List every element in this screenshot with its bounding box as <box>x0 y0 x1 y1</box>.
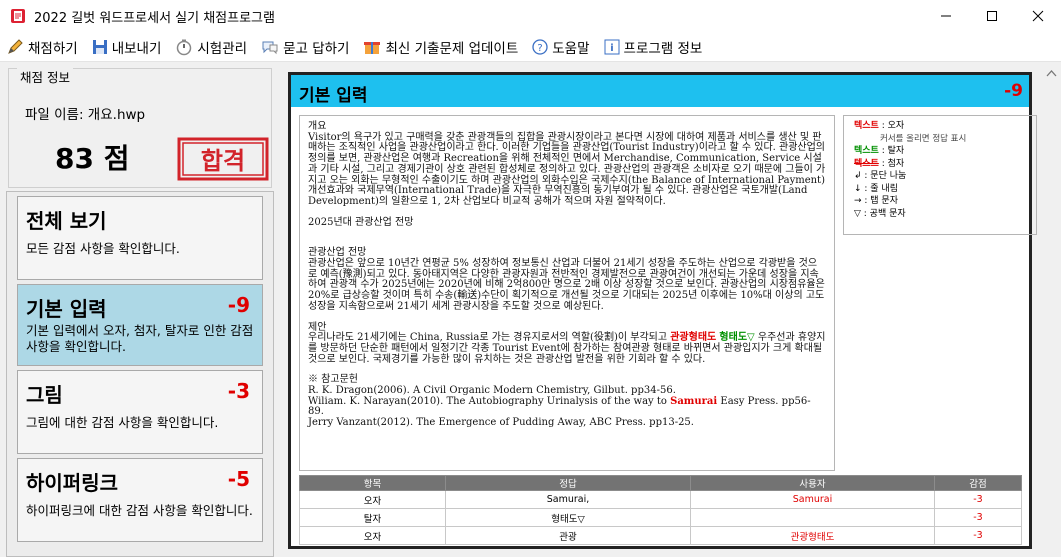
document-preview: 개요 Visitor의 욕구가 있고 구매력을 갖춘 관광객들의 집합을 관광시… <box>299 115 835 471</box>
category-penalty: -3 <box>227 379 250 403</box>
col-user: 사용자 <box>690 475 935 491</box>
save-icon <box>92 39 107 54</box>
menu-qna[interactable]: 묻고 답하기 <box>261 37 349 57</box>
legend-paragraph: ↲ : 문단 나눔 <box>854 171 907 181</box>
doc-paragraph-3: 우리나라도 21세기에는 China, Russia로 가는 경유지로서의 역할… <box>308 332 826 365</box>
total-score: 83 점 <box>55 142 130 175</box>
scroll-up-icon[interactable] <box>1042 66 1061 82</box>
title-bar: 2022 길벗 워드프로세서 실기 채점프로그램 <box>0 0 1061 32</box>
detail-area: 기본 입력 -9 개요 Visitor의 욕구가 있고 구매력을 갖춘 관광객들… <box>278 62 1061 557</box>
info-icon: i <box>604 39 620 54</box>
maximize-button[interactable] <box>969 0 1015 32</box>
doc-paragraph-1: Visitor의 욕구가 있고 구매력을 갖춘 관광객들의 집합을 관광시장이라… <box>308 131 826 207</box>
legend-tab: → : 탭 문자 <box>854 196 898 206</box>
col-penalty: 감점 <box>934 475 1022 491</box>
category-list: 전체 보기 모든 감점 사항을 확인합니다. 기본 입력 -9 기본 입력에서 … <box>6 191 274 557</box>
menu-export[interactable]: 내보내기 <box>92 37 161 57</box>
category-title: 하이퍼링크 <box>26 471 118 495</box>
omission-mark[interactable]: 형태도▽ <box>719 332 754 343</box>
score-info-legend: 채점 정보 <box>17 67 73 86</box>
menu-grading[interactable]: 채점하기 <box>6 37 78 57</box>
typo-mark[interactable]: Samurai <box>670 396 717 407</box>
menu-exam-manage[interactable]: 시험관리 <box>175 37 247 57</box>
category-description: 그림에 대한 감점 사항을 확인합니다. <box>26 415 219 430</box>
minimize-button[interactable] <box>923 0 969 32</box>
gift-icon <box>364 41 381 54</box>
chat-icon <box>262 41 278 54</box>
category-title: 그림 <box>26 383 63 407</box>
category-penalty: -9 <box>227 293 250 317</box>
category-hyperlink[interactable]: 하이퍼링크 -5 하이퍼링크에 대한 감점 사항을 확인합니다. <box>17 458 263 542</box>
svg-text:i: i <box>610 43 613 54</box>
detail-content: 기본 입력 -9 개요 Visitor의 욕구가 있고 구매력을 갖춘 관광객들… <box>291 75 1037 546</box>
vertical-scrollbar[interactable] <box>1042 66 1061 557</box>
window-title: 2022 길벗 워드프로세서 실기 채점프로그램 <box>34 10 275 26</box>
pencil-icon <box>8 38 23 54</box>
table-row[interactable]: 오자 Samurai, Samurai -3 <box>299 490 1022 509</box>
pass-stamp: 합격 <box>177 137 269 181</box>
category-description: 하이퍼링크에 대한 감점 사항을 확인합니다. <box>26 503 253 518</box>
mark-legend: 텍스트 : 오자 커서를 올리면 정답 표시 텍스트 : 탈자 텍스트 : 첨자… <box>843 115 1037 235</box>
col-answer: 정답 <box>445 475 691 491</box>
typo-mark[interactable]: 관광형태도 <box>670 332 716 343</box>
legend-space: ▽ : 공백 문자 <box>854 208 906 219</box>
table-header-row: 항목 정답 사용자 감점 <box>299 475 1022 491</box>
left-panel: 채점 정보 파일 이름: 개요.hwp 83 점 합격 전체 보기 모든 감점 … <box>0 62 278 557</box>
category-basic-input[interactable]: 기본 입력 -9 기본 입력에서 오자, 첨자, 탈자로 인한 감점 사항을 확… <box>17 284 263 366</box>
section-header: 기본 입력 -9 <box>291 75 1029 107</box>
close-icon <box>1032 10 1044 22</box>
category-description: 기본 입력에서 오자, 첨자, 탈자로 인한 감점 사항을 확인합니다. <box>26 323 254 354</box>
legend-typo-hint: 커서를 올리면 정답 표시 <box>880 133 967 144</box>
menu-update[interactable]: 최신 기출문제 업데이트 <box>363 37 518 57</box>
menu-help[interactable]: ? 도움말 <box>532 37 590 57</box>
minimize-icon <box>941 15 951 17</box>
maximize-icon <box>987 11 997 21</box>
detail-frame: 기본 입력 -9 개요 Visitor의 욕구가 있고 구매력을 갖춘 관광객들… <box>288 72 1037 549</box>
col-item: 항목 <box>299 475 446 491</box>
doc-reference-3: Jerry Vanzant(2012). The Emergence of Pu… <box>308 417 694 429</box>
close-button[interactable] <box>1015 0 1061 32</box>
pass-stamp-text: 합격 <box>201 147 245 175</box>
legend-linebreak: ↓ : 줄 내림 <box>854 183 898 194</box>
doc-paragraph-2: 관광산업은 앞으로 10년간 연평균 5% 성장하여 정보통신 산업과 더불어 … <box>308 258 825 312</box>
section-title: 기본 입력 <box>299 86 368 106</box>
doc-section-title: 2025년대 관광산업 전망 <box>308 216 414 228</box>
category-penalty: -5 <box>227 467 250 491</box>
category-all[interactable]: 전체 보기 모든 감점 사항을 확인합니다. <box>17 196 263 280</box>
table-row[interactable]: 오자 관광 관광형태도 -3 <box>299 526 1022 545</box>
help-icon: ? <box>532 38 548 55</box>
legend-omission: 텍스트 : 탈자 <box>854 146 905 156</box>
category-image[interactable]: 그림 -3 그림에 대한 감점 사항을 확인합니다. <box>17 370 263 454</box>
section-penalty: -9 <box>1004 81 1023 101</box>
timer-icon <box>177 39 192 55</box>
file-name: 파일 이름: 개요.hwp <box>25 107 146 123</box>
legend-typo: 텍스트 : 오자 <box>854 121 905 131</box>
menu-program-info[interactable]: i 프로그램 정보 <box>604 37 702 57</box>
category-description: 모든 감점 사항을 확인합니다. <box>26 241 180 256</box>
app-icon <box>11 9 25 23</box>
score-info-group: 채점 정보 파일 이름: 개요.hwp 83 점 합격 <box>8 67 272 188</box>
category-title: 기본 입력 <box>26 297 107 321</box>
svg-text:?: ? <box>538 43 543 54</box>
doc-reference-2: Wiliam. K. Narayan(2010). The Autobiogra… <box>308 395 811 418</box>
table-row[interactable]: 탈자 형태도▽ -3 <box>299 508 1022 527</box>
legend-addition: 텍스트 : 첨자 <box>854 158 905 169</box>
category-title: 전체 보기 <box>26 209 107 233</box>
menu-bar: 채점하기 내보내기 시험관리 묻고 답하기 최신 기출문제 업데이트 ? 도움말… <box>0 32 1061 62</box>
result-table: 항목 정답 사용자 감점 오자 Samurai, Samurai -3 탈자 형… <box>299 475 1022 545</box>
